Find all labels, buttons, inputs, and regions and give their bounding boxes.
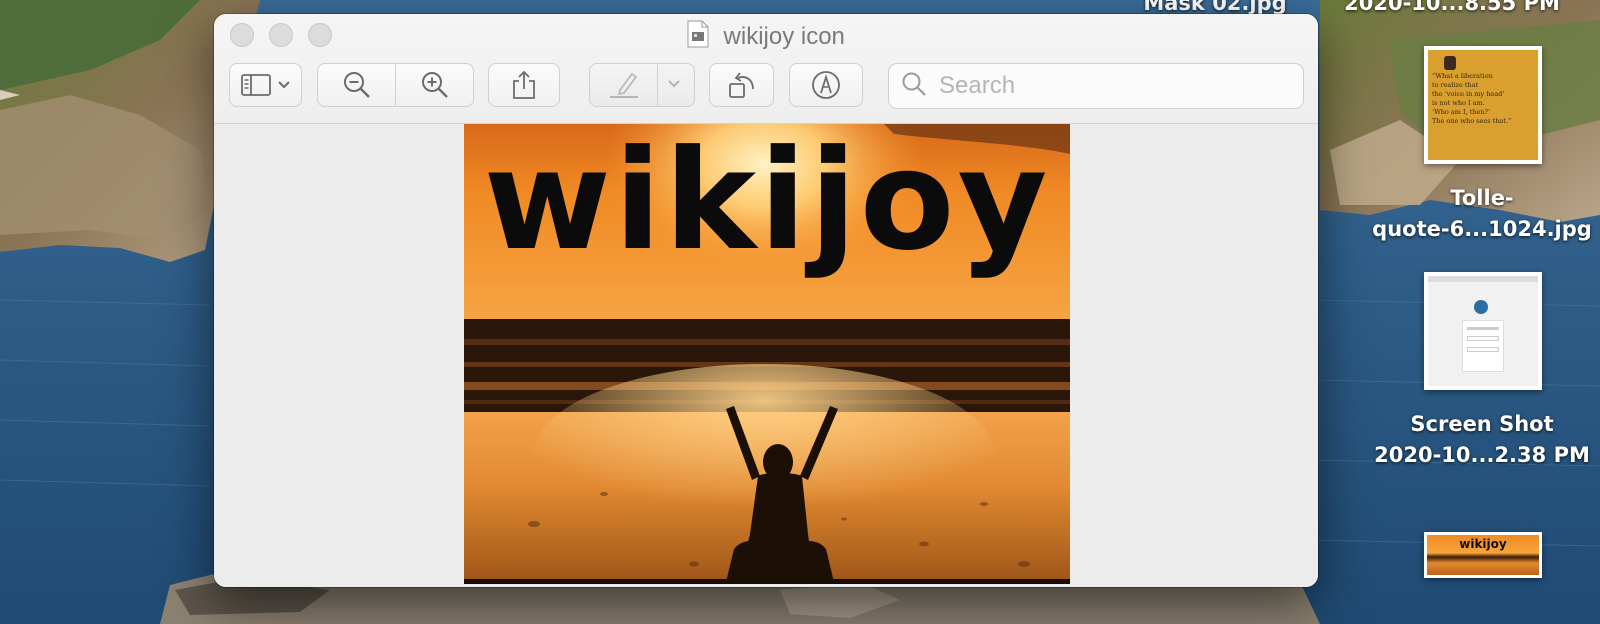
split-divider: [657, 64, 658, 106]
wikijoy-image: wikijoy: [464, 124, 1070, 584]
sidebar-icon: [240, 73, 271, 97]
desktop-icon-label-line2: 2020-10...2.38 PM: [1374, 443, 1590, 467]
zoom-in-icon: [420, 70, 450, 100]
desktop-icon-label-line2: quote-6...1024.jpg: [1372, 217, 1592, 241]
quote-line: ‘Who am I, then?’: [1432, 108, 1491, 116]
screenshot-thumbnail[interactable]: [1424, 272, 1542, 390]
search-icon: [901, 71, 927, 102]
quote-line: the ‘voice in my head’: [1432, 90, 1505, 98]
login-form: [1462, 320, 1504, 372]
tolle-quote-thumbnail[interactable]: “What a liberation to realize that the ‘…: [1424, 46, 1542, 164]
markup-icon: [810, 69, 842, 101]
desktop-icon-label-line1: Mask 02.jpg: [1143, 0, 1287, 15]
desktop-icon-label-line2: 2020-10...8.55 PM: [1344, 0, 1560, 15]
chevron-down-icon: [277, 80, 291, 90]
markup-pen-button[interactable]: [589, 63, 695, 107]
share-button[interactable]: [488, 63, 560, 107]
document-icon: [687, 20, 709, 53]
desktop-icon-label-line1: Tolle-: [1450, 186, 1514, 210]
zoom-in-button[interactable]: [395, 63, 474, 107]
wordpress-icon: [1474, 300, 1488, 314]
zoom-out-icon: [342, 70, 372, 100]
window-title-group: wikijoy icon: [214, 20, 1318, 52]
zoom-out-button[interactable]: [317, 63, 396, 107]
quote-line: is not who I am.: [1432, 99, 1485, 107]
document-canvas: wikijoy: [214, 124, 1318, 587]
quote-line: to realize that: [1432, 81, 1479, 89]
rotate-button[interactable]: [709, 63, 774, 107]
desktop-icon-label-line1: Screen Shot: [1410, 412, 1554, 436]
search-input[interactable]: [939, 72, 1279, 100]
search-field[interactable]: [888, 63, 1304, 109]
markup-toolbar-button[interactable]: [789, 63, 863, 107]
pen-icon: [606, 70, 642, 100]
sidebar-toggle-button[interactable]: [229, 63, 302, 107]
thumb-brand-text: wikijoy: [1459, 537, 1507, 551]
quote-line: “What a liberation: [1432, 72, 1493, 80]
wikijoy-thumbnail[interactable]: wikijoy: [1424, 532, 1542, 578]
quote-line: The one who sees that.”: [1432, 117, 1512, 125]
thumb-topbar: [1428, 276, 1538, 282]
quote-text: “What a liberation to realize that the ‘…: [1432, 72, 1536, 126]
window-title: wikijoy icon: [723, 22, 845, 50]
preview-window: wikijoy icon Search wikijoy: [214, 14, 1318, 587]
chevron-down-icon[interactable]: [667, 79, 681, 89]
title-bar[interactable]: wikijoy icon: [214, 14, 1318, 124]
share-icon: [512, 70, 536, 100]
desktop-icon-label[interactable]: Screen Shot 2020-10...2.38 PM: [1362, 409, 1600, 471]
wikijoy-logo-text: wikijoy: [483, 124, 1051, 281]
portrait-icon: [1444, 56, 1456, 70]
desktop-icon-label[interactable]: 2020-10...8.55 PM: [1332, 0, 1572, 19]
rotate-icon: [726, 70, 758, 100]
desktop-icon-label[interactable]: Tolle- quote-6...1024.jpg: [1362, 183, 1600, 245]
